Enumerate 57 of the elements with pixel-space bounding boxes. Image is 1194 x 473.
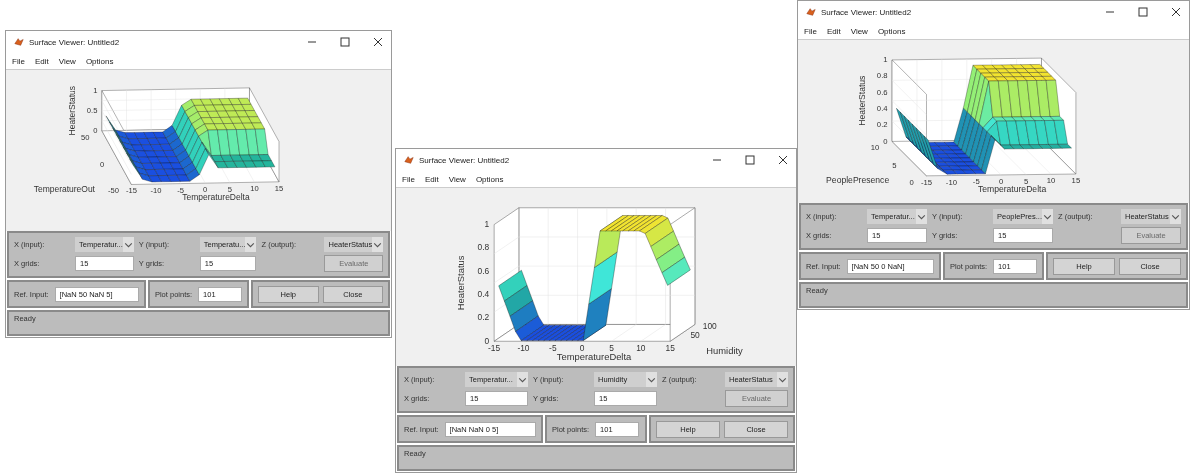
tick-label: 0.8 [477,242,490,253]
tick-label: 0.6 [477,265,490,276]
menu-item[interactable]: Edit [34,56,49,66]
menu-item[interactable]: Options [877,26,906,36]
tick-label: 0 [484,335,490,346]
menu-item[interactable]: View [850,26,868,36]
window-title: Surface Viewer: Untitled2 [821,7,912,17]
menu-item[interactable]: Edit [826,26,841,36]
caret-icon [1170,209,1181,224]
caret-icon [372,237,384,252]
window-title: Surface Viewer: Untitled2 [29,37,120,47]
menu-item[interactable]: Edit [424,174,439,184]
tick-label: 100 [702,321,717,332]
tick-label: 0.4 [477,289,490,300]
axis-label: PeoplePresence [826,175,890,186]
tick-label: 50 [690,329,700,340]
caret-icon [1042,209,1053,224]
close-icon[interactable] [778,155,788,165]
caret-icon [777,372,788,387]
tick-label: 0 [579,343,585,354]
window-title: Surface Viewer: Untitled2 [419,155,510,165]
tick-label: 0.2 [477,312,490,323]
menu-item[interactable]: File [402,174,415,184]
axis-label: TemperatureDelta [182,192,250,203]
tick-label: -5 [549,343,557,354]
menu-item[interactable]: File [12,56,25,66]
axis-label: HeaterStatus [856,75,867,126]
tick-label: -15 [488,343,501,354]
maximize-icon[interactable] [1138,7,1148,17]
maximize-icon[interactable] [745,155,755,165]
menu-item[interactable]: File [804,26,817,36]
menu-item[interactable]: Options [85,56,114,66]
tick-label: 10 [636,343,646,354]
menu-item[interactable]: Options [475,174,504,184]
tick-label: -10 [517,343,530,354]
axis-label: HeaterStatus [455,255,467,311]
axis-label: TemperatureOut [33,183,95,194]
maximize-icon[interactable] [340,37,350,47]
axis-label: Humidity [706,345,743,357]
app-icon [404,155,414,165]
caret-icon [916,209,927,224]
app-icon [806,7,816,17]
menu-item[interactable]: View [448,174,466,184]
caret-icon [245,237,257,252]
tick-label: 5 [609,343,614,354]
caret-icon [646,372,657,387]
caret-icon [517,372,528,387]
app-icon [14,37,24,47]
tick-label: 1 [484,219,490,230]
caret-icon [122,237,134,252]
axis-label: TemperatureDelta [556,351,632,363]
close-icon[interactable] [1171,7,1181,17]
axis-label: TemperatureDelta [977,184,1047,195]
menu-item[interactable]: View [58,56,76,66]
close-icon[interactable] [373,37,383,47]
axis-label: HeaterStatus [67,85,78,136]
tick-label: 15 [665,343,675,354]
